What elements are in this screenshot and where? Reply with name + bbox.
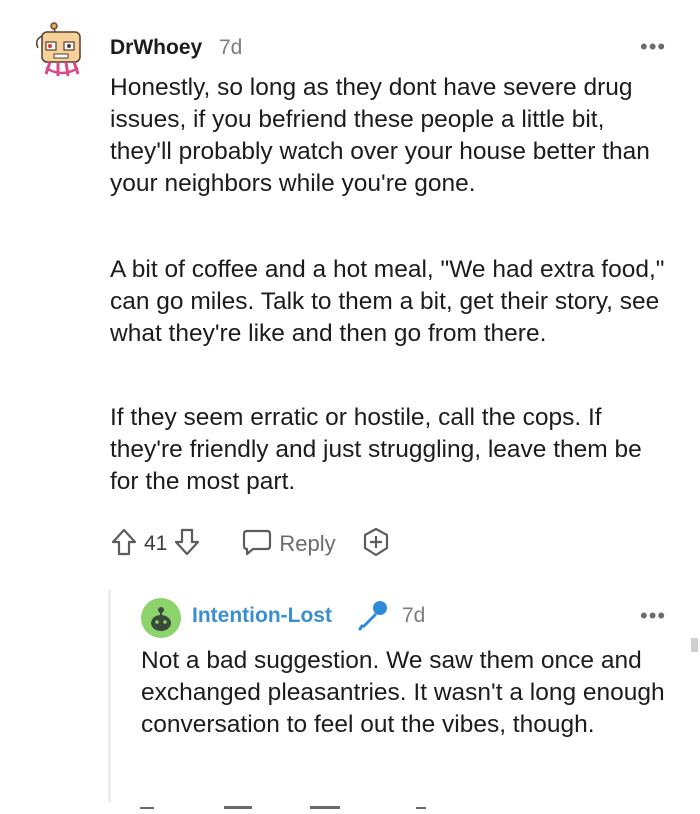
comment-actions: 41 Reply — [110, 526, 392, 562]
thread-line[interactable] — [108, 590, 111, 802]
avatar[interactable] — [32, 18, 92, 78]
reply-timestamp: 7d — [402, 604, 426, 627]
reply-author[interactable]: Intention-Lost — [192, 604, 332, 628]
snoo-avatar-icon — [141, 598, 181, 638]
scrollbar-thumb[interactable] — [691, 638, 698, 652]
comment-paragraph: If they seem erratic or hostile, call th… — [110, 404, 642, 495]
avatar[interactable] — [141, 598, 181, 638]
award-button[interactable] — [360, 526, 392, 563]
award-plus-icon — [360, 526, 392, 563]
upvote-arrow-icon[interactable] — [110, 527, 138, 562]
more-options-button[interactable]: ••• — [640, 34, 666, 60]
downvote-arrow-icon[interactable] — [173, 527, 201, 562]
comment-paragraph: A bit of coffee and a hot meal, "We had … — [110, 256, 665, 347]
vote-score: 41 — [144, 532, 168, 555]
microphone-icon — [356, 598, 390, 632]
speech-bubble-icon — [241, 527, 273, 562]
snoo-avatar-icon — [35, 22, 81, 77]
comment-author[interactable]: DrWhoey — [110, 36, 202, 60]
comment-timestamp: 7d — [219, 36, 243, 59]
more-options-button[interactable]: ••• — [640, 603, 666, 629]
reply-text: Not a bad suggestion. We saw them once a… — [141, 647, 665, 738]
reply-button[interactable]: Reply — [241, 527, 336, 562]
reply-actions-partial — [140, 796, 440, 809]
reply-label: Reply — [279, 531, 336, 556]
comment-paragraph: Honestly, so long as they dont have seve… — [110, 74, 650, 197]
